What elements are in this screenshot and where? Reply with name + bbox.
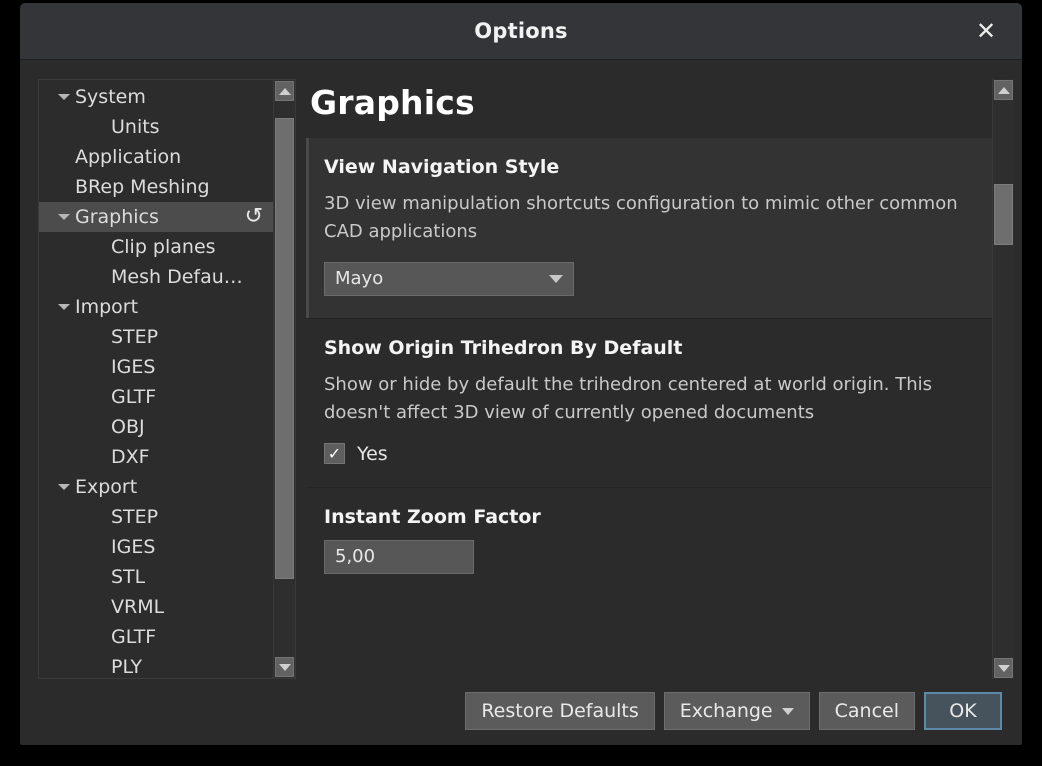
sidebar-item-obj[interactable]: OBJ	[39, 412, 273, 442]
checkbox-label: Yes	[357, 442, 388, 465]
dialog-titlebar: Options ✕	[20, 3, 1022, 60]
settings-tree[interactable]: System Units Application BRep Meshing Graphi…	[39, 80, 273, 678]
cancel-button[interactable]: Cancel	[818, 692, 915, 730]
triangle-glyph	[58, 304, 70, 310]
sidebar-item-label: Units	[111, 116, 160, 138]
dialog-footer: Restore Defaults Exchange Cancel OK	[20, 683, 1022, 745]
sidebar-item-label: STEP	[111, 326, 159, 348]
button-label: Cancel	[834, 700, 899, 722]
sidebar-item-iges[interactable]: IGES	[39, 532, 273, 562]
setting-description: Show or hide by default the trihedron ce…	[324, 373, 932, 423]
view-navigation-style-select[interactable]: Mayo	[324, 261, 574, 296]
sidebar-item-stl[interactable]: STL	[39, 562, 273, 592]
sidebar-item-import[interactable]: Import	[39, 292, 273, 322]
sidebar-item-label: Export	[75, 476, 138, 498]
sidebar-item-label: Graphics	[75, 206, 159, 228]
sidebar-item-graphics[interactable]: Graphics ↺	[39, 202, 273, 232]
sidebar-item-label: GLTF	[111, 626, 157, 648]
chevron-down-icon[interactable]	[53, 484, 75, 490]
tree-scrollbar-thumb[interactable]	[275, 117, 294, 580]
exchange-button[interactable]: Exchange	[663, 692, 810, 730]
chevron-down-icon	[997, 664, 1010, 672]
triangle-glyph	[58, 214, 70, 220]
setting-title: Instant Zoom Factor	[324, 505, 541, 528]
chevron-down-icon	[549, 274, 563, 283]
sidebar-item-ply[interactable]: PLY	[39, 652, 273, 678]
sidebar-item-dxf[interactable]: DXF	[39, 442, 273, 472]
triangle-glyph	[58, 484, 70, 490]
settings-sections: View Navigation Style 3D view manipulatio…	[306, 138, 992, 596]
options-dialog: Options ✕ System Units Application BRep Mes…	[20, 3, 1022, 745]
checkmark-icon: ✓	[324, 443, 345, 465]
sidebar-item-brep-meshing[interactable]: BRep Meshing	[39, 172, 273, 202]
sidebar-item-label: VRML	[111, 596, 165, 618]
chevron-down-icon[interactable]	[53, 214, 75, 220]
sidebar-item-label: Application	[75, 146, 182, 168]
chevron-down-icon	[781, 707, 794, 715]
dialog-title: Options	[474, 19, 568, 43]
button-label: OK	[949, 700, 977, 722]
sidebar-item-label: Mesh Defau…	[111, 266, 243, 288]
ok-button[interactable]: OK	[924, 692, 1002, 730]
sidebar-item-application[interactable]: Application	[39, 142, 273, 172]
setting-section: Instant Zoom Factor 5,00	[306, 486, 992, 596]
sidebar-item-label: GLTF	[111, 386, 157, 408]
instant-zoom-factor-input[interactable]: 5,00	[324, 539, 474, 574]
setting-title: View Navigation Style	[324, 156, 560, 178]
settings-content-scroll: Graphics View Navigation Style 3D view ma…	[306, 79, 992, 679]
sidebar-item-units[interactable]: Units	[39, 112, 273, 142]
button-label: Restore Defaults	[481, 700, 639, 722]
sidebar-item-label: DXF	[111, 446, 150, 468]
setting-title: Show Origin Trihedron By Default	[324, 336, 683, 359]
chevron-up-icon	[997, 86, 1010, 94]
close-icon[interactable]: ✕	[968, 13, 1004, 49]
content-scroll-down-button[interactable]	[994, 658, 1013, 678]
restore-defaults-button[interactable]: Restore Defaults	[465, 692, 655, 730]
sidebar-item-label: System	[75, 86, 146, 108]
content-scrollbar[interactable]	[992, 79, 1014, 679]
settings-tree-panel: System Units Application BRep Meshing Graphi…	[38, 79, 296, 679]
sidebar-item-label: BRep Meshing	[75, 176, 210, 198]
page-title: Graphics	[310, 83, 475, 122]
setting-section: View Navigation Style 3D view manipulatio…	[306, 138, 992, 318]
dialog-body: System Units Application BRep Meshing Graphi…	[20, 60, 1022, 683]
triangle-glyph	[58, 94, 70, 100]
sidebar-item-label: PLY	[111, 656, 143, 678]
sidebar-item-iges[interactable]: IGES	[39, 352, 273, 382]
sidebar-item-step[interactable]: STEP	[39, 322, 273, 352]
sidebar-item-label: Import	[75, 296, 139, 318]
sidebar-item-gltf[interactable]: GLTF	[39, 622, 273, 652]
sidebar-item-label: STL	[111, 566, 146, 588]
sidebar-item-label: IGES	[111, 536, 156, 558]
sidebar-item-system[interactable]: System	[39, 82, 273, 112]
button-label: Exchange	[679, 700, 773, 722]
chevron-down-icon	[278, 663, 291, 671]
content-scroll-up-button[interactable]	[994, 80, 1013, 100]
chevron-down-icon[interactable]	[53, 94, 75, 100]
tree-scrollbar[interactable]	[273, 80, 295, 678]
content-scrollbar-thumb[interactable]	[994, 183, 1013, 246]
sidebar-item-vrml[interactable]: VRML	[39, 592, 273, 622]
sidebar-item-label: Clip planes	[111, 236, 216, 258]
sidebar-item-clip-planes[interactable]: Clip planes	[39, 232, 273, 262]
sidebar-item-label: IGES	[111, 356, 156, 378]
select-value: Mayo	[335, 268, 384, 290]
sidebar-item-gltf[interactable]: GLTF	[39, 382, 273, 412]
show-origin-trihedron-checkbox[interactable]: ✓ Yes	[324, 443, 970, 465]
sidebar-item-mesh-defau[interactable]: Mesh Defau…	[39, 262, 273, 292]
tree-scroll-down-button[interactable]	[275, 657, 294, 677]
setting-description: 3D view manipulation shortcuts configura…	[324, 193, 958, 242]
settings-content-panel: Graphics View Navigation Style 3D view ma…	[306, 79, 1014, 679]
setting-section: Show Origin Trihedron By Default Show or …	[306, 317, 992, 487]
sidebar-item-export[interactable]: Export	[39, 472, 273, 502]
chevron-down-icon[interactable]	[53, 304, 75, 310]
reset-icon[interactable]: ↺	[245, 206, 267, 228]
chevron-up-icon	[278, 87, 291, 95]
sidebar-item-step[interactable]: STEP	[39, 502, 273, 532]
sidebar-item-label: OBJ	[111, 416, 145, 438]
sidebar-item-label: STEP	[111, 506, 159, 528]
tree-scroll-up-button[interactable]	[275, 81, 294, 101]
